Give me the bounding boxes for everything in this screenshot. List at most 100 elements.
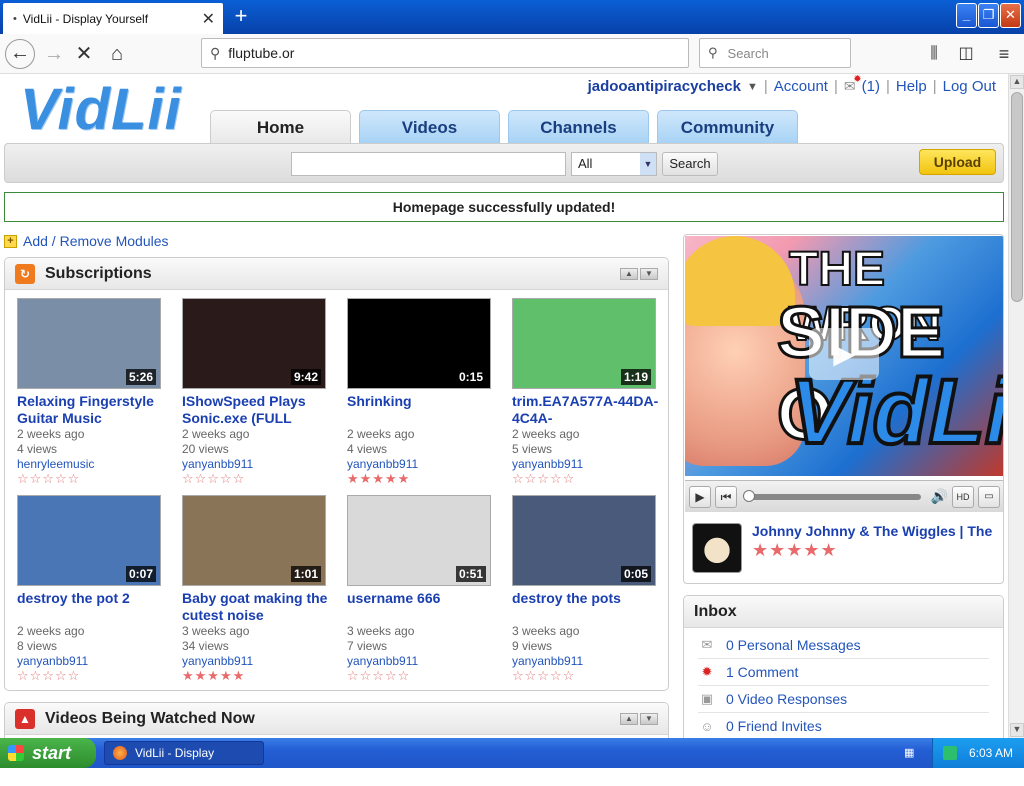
video-thumbnail[interactable]: 0:07 [17,495,161,586]
video-uploader[interactable]: yanyanbb911 [17,654,167,669]
mail-icon[interactable]: ✉ ✹ [844,74,862,95]
keyboard-icon[interactable]: ▦ [904,746,918,759]
browser-tab[interactable]: • VidLii - Display Yourself ✕ [3,3,223,34]
upload-button[interactable]: Upload [919,149,996,175]
inbox-item-label[interactable]: 0 Personal Messages [726,637,861,653]
close-window-button[interactable]: ✕ [1000,3,1021,28]
video-card[interactable]: 0:05 destroy the pots 3 weeks ago 9 views ya… [512,495,662,683]
play-button[interactable]: ▶ [689,485,711,508]
page-scrollbar[interactable]: ▲ ▼ [1008,74,1024,738]
scroll-thumb[interactable] [1011,92,1023,302]
site-logo[interactable]: VidLii [20,78,182,142]
move-up-icon[interactable]: ▲ [620,267,638,280]
fullscreen-button[interactable]: ▭ [978,485,1000,508]
video-card[interactable]: 9:42 IShowSpeed Plays Sonic.exe (FULL 2 we… [182,298,332,486]
tab-channels[interactable]: Channels [508,110,649,144]
address-bar[interactable]: ⚲ fluptube.or [201,38,689,68]
video-screen[interactable]: THE WRON SIDE O VidLii ▶ [685,236,1003,476]
video-title[interactable]: trim.EA7A577A-44DA-4C4A- [512,393,662,427]
new-tab-button[interactable]: + [228,4,254,30]
tab-community[interactable]: Community [657,110,798,144]
category-select[interactable]: All ▼ [571,152,657,176]
video-title[interactable]: IShowSpeed Plays Sonic.exe (FULL [182,393,332,427]
add-remove-modules[interactable]: + Add / Remove Modules [4,233,169,249]
home-button[interactable]: ⌂ [103,40,131,68]
video-title[interactable]: destroy the pot 2 [17,590,167,624]
now-playing-title[interactable]: Johnny Johnny & The Wiggles | The [752,523,992,539]
start-button[interactable]: start [0,738,96,768]
sidebar-icon[interactable]: ◫ [952,40,980,68]
scroll-up-icon[interactable]: ▲ [1010,75,1024,89]
video-uploader[interactable]: yanyanbb911 [347,654,497,669]
logout-link[interactable]: Log Out [943,78,996,95]
video-uploader[interactable]: henryleemusic [17,457,167,472]
browser-search-input[interactable]: ⚲ Search [699,38,851,68]
video-thumbnail[interactable]: 1:01 [182,495,326,586]
video-uploader[interactable]: yanyanbb911 [512,654,662,669]
username-link[interactable]: jadooantipiracycheck [588,78,741,95]
move-up-icon[interactable]: ▲ [620,712,638,725]
video-card[interactable]: 1:01 Baby goat making the cutest noise 3 w… [182,495,332,683]
volume-icon[interactable]: 🔊 [931,488,948,505]
rating-stars: ★★★★★ [347,471,411,486]
seek-bar[interactable] [743,489,921,502]
taskbar-firefox-task[interactable]: VidLii - Display Yourse... [104,741,264,782]
move-down-icon[interactable]: ▼ [640,712,658,725]
network-icon[interactable] [943,746,957,760]
minimize-button[interactable]: _ [956,3,977,28]
site-search-input[interactable] [291,152,566,176]
scroll-down-icon[interactable]: ▼ [1010,723,1024,737]
video-title[interactable]: Shrinking [347,393,497,427]
video-title[interactable]: Relaxing Fingerstyle Guitar Music [17,393,167,427]
inbox-item-label[interactable]: 0 Video Responses [726,691,847,707]
play-icon[interactable]: ▶ [809,328,879,380]
video-thumbnail[interactable]: 0:51 [347,495,491,586]
video-uploader[interactable]: yanyanbb911 [182,457,332,472]
video-thumbnail[interactable]: 0:05 [512,495,656,586]
menu-icon[interactable]: ≡ [990,40,1018,68]
video-card[interactable]: 5:26 Relaxing Fingerstyle Guitar Music 2 w… [17,298,167,486]
video-card[interactable]: 1:19 trim.EA7A577A-44DA-4C4A- 2 weeks ago 5… [512,298,662,486]
video-card[interactable]: 0:51 username 666 3 weeks ago 7 views yanyan… [347,495,497,683]
inbox-item[interactable]: ☺ 0 Friend Invites [698,713,989,738]
back-button[interactable]: ← [5,39,35,69]
video-title[interactable]: Baby goat making the cutest noise [182,590,332,624]
help-link[interactable]: Help [896,78,927,95]
inbox-item[interactable]: ▣ 0 Video Responses [698,686,989,713]
modules-link[interactable]: Add / Remove Modules [23,233,169,249]
library-icon[interactable]: ⫼ [920,40,948,68]
inbox-item-label[interactable]: 0 Friend Invites [726,718,822,734]
video-title[interactable]: username 666 [347,590,497,624]
video-thumbnail[interactable]: 9:42 [182,298,326,389]
inbox-item[interactable]: ✉ 0 Personal Messages [698,632,989,659]
chevron-down-icon[interactable]: ▼ [747,81,758,93]
seek-handle[interactable] [743,489,755,502]
inbox-item-label[interactable]: 1 Comment [726,664,798,680]
previous-button[interactable]: ⏮ [715,485,737,508]
video-card[interactable]: 0:15 Shrinking 2 weeks ago 4 views yanyanbb9… [347,298,497,486]
video-uploader[interactable]: yanyanbb911 [182,654,332,669]
video-thumbnail[interactable]: 5:26 [17,298,161,389]
video-uploader[interactable]: yanyanbb911 [347,457,497,472]
forward-button[interactable]: → [40,40,68,68]
video-grid: 5:26 Relaxing Fingerstyle Guitar Music 2 w… [5,290,668,683]
tab-close-icon[interactable]: ✕ [202,9,215,29]
video-duration: 9:42 [290,369,321,385]
inbox-item[interactable]: ✹ 1 Comment [698,659,989,686]
system-tray: 6:03 AM [932,738,1024,768]
maximize-button[interactable]: ❐ [978,3,999,28]
hd-button[interactable]: HD [952,485,974,508]
channel-avatar[interactable] [692,523,742,573]
stop-button[interactable]: ✕ [70,40,98,68]
account-link[interactable]: Account [774,78,828,95]
move-down-icon[interactable]: ▼ [640,267,658,280]
video-title[interactable]: destroy the pots [512,590,662,624]
mail-count[interactable]: (1) [862,78,880,95]
tab-home[interactable]: Home [210,110,351,144]
search-button[interactable]: Search [662,152,718,176]
video-thumbnail[interactable]: 0:15 [347,298,491,389]
video-uploader[interactable]: yanyanbb911 [512,457,662,472]
video-thumbnail[interactable]: 1:19 [512,298,656,389]
tab-videos[interactable]: Videos [359,110,500,144]
video-card[interactable]: 0:07 destroy the pot 22 weeks ago 8 views y… [17,495,167,683]
